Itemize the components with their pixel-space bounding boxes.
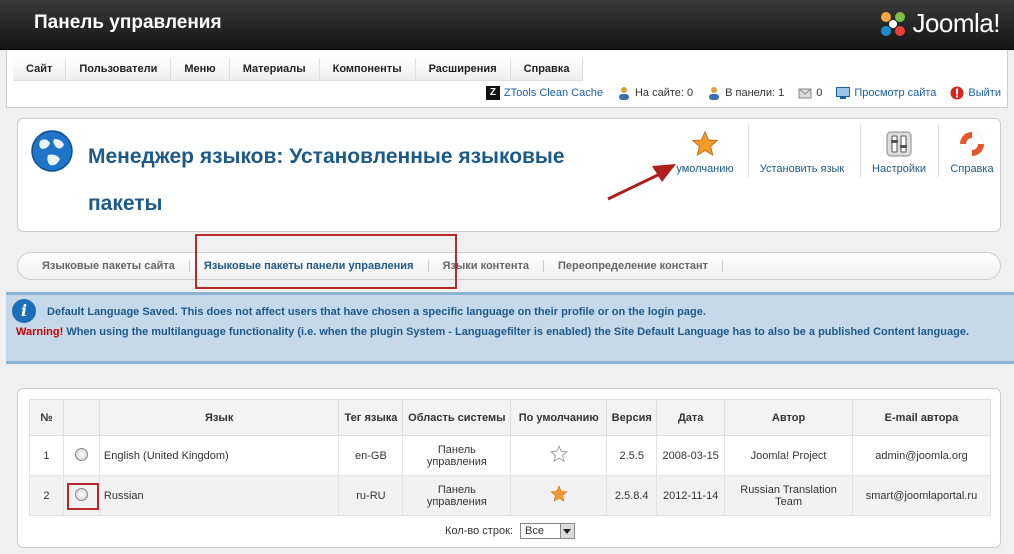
cell-author: Russian Translation Team xyxy=(724,475,853,516)
highlight-frame-radio xyxy=(67,483,99,510)
cell-author: Joomla! Project xyxy=(724,435,853,476)
header-email[interactable]: E-mail автора xyxy=(851,399,992,436)
cell-date: 2012-11-14 xyxy=(656,475,726,516)
warning-text: When using the multilanguage functionali… xyxy=(66,326,970,338)
tab-site-languages[interactable]: Языковые пакеты сайта xyxy=(28,260,190,272)
header-default[interactable]: По умолчанию xyxy=(510,399,608,436)
table-row: 1 English (United Kingdom) en-GB Панель … xyxy=(29,435,992,476)
rows-per-page-label: Кол-во строк: xyxy=(445,524,513,537)
chevron-down-icon xyxy=(559,524,574,538)
menu-site[interactable]: Сайт xyxy=(13,58,67,80)
header-date[interactable]: Дата xyxy=(656,399,726,436)
logout-icon xyxy=(950,86,964,100)
table-header-row: № Язык Тег языка Область системы По умол… xyxy=(29,399,992,436)
joomla-logo-icon xyxy=(881,11,906,36)
cell-area: Панель управления xyxy=(402,435,512,476)
logo-text: Joomla! xyxy=(912,8,1000,38)
header-area[interactable]: Область системы xyxy=(402,399,512,436)
toolbar-box: Менеджер языков: Установленные языковые … xyxy=(17,118,1001,232)
language-tabs: Языковые пакеты сайта Языковые пакеты па… xyxy=(17,252,1001,280)
cell-language: English (United Kingdom) xyxy=(98,435,340,476)
default-button-label: умолчанию xyxy=(676,163,734,175)
menu-extensions[interactable]: Расширения xyxy=(415,58,511,80)
toolbar-separator xyxy=(748,125,749,177)
default-button[interactable]: умолчанию xyxy=(660,129,750,175)
info-icon: i xyxy=(12,299,36,323)
message-saved: Default Language Saved. This does not af… xyxy=(47,306,706,318)
highlight-frame-tab xyxy=(195,234,457,289)
toolbar-separator xyxy=(860,125,861,177)
install-language-label: Установить язык xyxy=(759,163,845,175)
toolbar-separator xyxy=(938,125,939,177)
view-site-link[interactable]: Просмотр сайта xyxy=(836,87,936,99)
row-radio[interactable] xyxy=(74,447,88,461)
languages-table: № Язык Тег языка Область системы По умол… xyxy=(29,399,992,516)
header-select xyxy=(62,399,100,436)
menu-content[interactable]: Материалы xyxy=(229,58,320,80)
install-language-button[interactable]: Установить язык xyxy=(752,163,852,175)
cell-default xyxy=(510,435,608,476)
cell-default xyxy=(510,475,608,516)
header-title: Панель управления xyxy=(34,12,222,33)
header-num[interactable]: № xyxy=(29,399,64,436)
pager: Кол-во строк: Все xyxy=(18,523,1002,539)
users-on-site: На сайте: 0 xyxy=(617,86,693,100)
cell-email: smart@joomlaportal.ru xyxy=(851,475,992,516)
messages-count[interactable]: 0 xyxy=(798,86,822,100)
header-version[interactable]: Версия xyxy=(606,399,658,436)
menubar: Сайт Пользователи Меню Материалы Компоне… xyxy=(6,50,1008,108)
languages-table-box: № Язык Тег языка Область системы По умол… xyxy=(17,388,1001,548)
cell-num: 2 xyxy=(29,475,64,516)
cell-tag: en-GB xyxy=(338,435,404,476)
system-message: i Default Language Saved. This does not … xyxy=(6,292,1014,364)
header-author[interactable]: Автор xyxy=(724,399,853,436)
page-title: Менеджер языков: Установленные языковые … xyxy=(88,145,565,215)
cell-language: Russian xyxy=(98,475,340,516)
cell-version: 2.5.5 xyxy=(606,435,658,476)
star-icon xyxy=(550,485,568,502)
star-icon xyxy=(691,130,719,157)
monitor-icon xyxy=(836,87,851,99)
messages-icon xyxy=(798,88,812,99)
ztools-icon: Z xyxy=(485,86,500,100)
tab-overrides[interactable]: Переопределение констант xyxy=(544,260,724,272)
options-button-label: Настройки xyxy=(872,163,926,175)
menu-menus[interactable]: Меню xyxy=(171,58,230,80)
globe-icon xyxy=(31,130,73,172)
main-menu: Сайт Пользователи Меню Материалы Компоне… xyxy=(13,58,584,81)
options-button[interactable]: Настройки xyxy=(864,129,934,175)
lifebuoy-icon xyxy=(960,132,984,156)
cell-area: Панель управления xyxy=(402,475,512,516)
ztools-clean-cache-link[interactable]: Z ZTools Clean Cache xyxy=(485,86,603,100)
warning-label: Warning! xyxy=(16,326,64,338)
menu-components[interactable]: Компоненты xyxy=(319,58,416,80)
header-language[interactable]: Язык xyxy=(98,399,340,436)
settings-icon xyxy=(886,131,912,157)
cell-date: 2008-03-15 xyxy=(656,435,726,476)
header-tag[interactable]: Тег языка xyxy=(338,399,404,436)
cell-num: 1 xyxy=(29,435,64,476)
admin-user-icon xyxy=(709,87,720,100)
menu-users[interactable]: Пользователи xyxy=(66,58,172,80)
cell-select xyxy=(62,435,100,476)
cell-tag: ru-RU xyxy=(338,475,404,516)
cell-version: 2.5.8.4 xyxy=(606,475,658,516)
joomla-logo[interactable]: Joomla! xyxy=(878,8,1000,39)
message-warning: Warning! When using the multilanguage fu… xyxy=(16,324,996,340)
user-icon xyxy=(618,87,629,100)
rows-per-page-select[interactable]: Все xyxy=(520,523,575,539)
star-outline-icon[interactable] xyxy=(549,444,568,463)
help-button[interactable]: Справка xyxy=(942,129,1002,175)
table-row: 2 Russian ru-RU Панель управления 2.5.8.… xyxy=(29,475,992,516)
header: Панель управления Joomla! xyxy=(0,0,1014,50)
menu-help[interactable]: Справка xyxy=(510,58,584,80)
users-in-panel: В панели: 1 xyxy=(707,86,784,100)
help-button-label: Справка xyxy=(950,163,994,175)
statusbar: Z ZTools Clean Cache На сайте: 0 В панел… xyxy=(485,86,1001,100)
cell-email: admin@joomla.org xyxy=(851,435,992,476)
logout-link[interactable]: Выйти xyxy=(950,86,1001,100)
